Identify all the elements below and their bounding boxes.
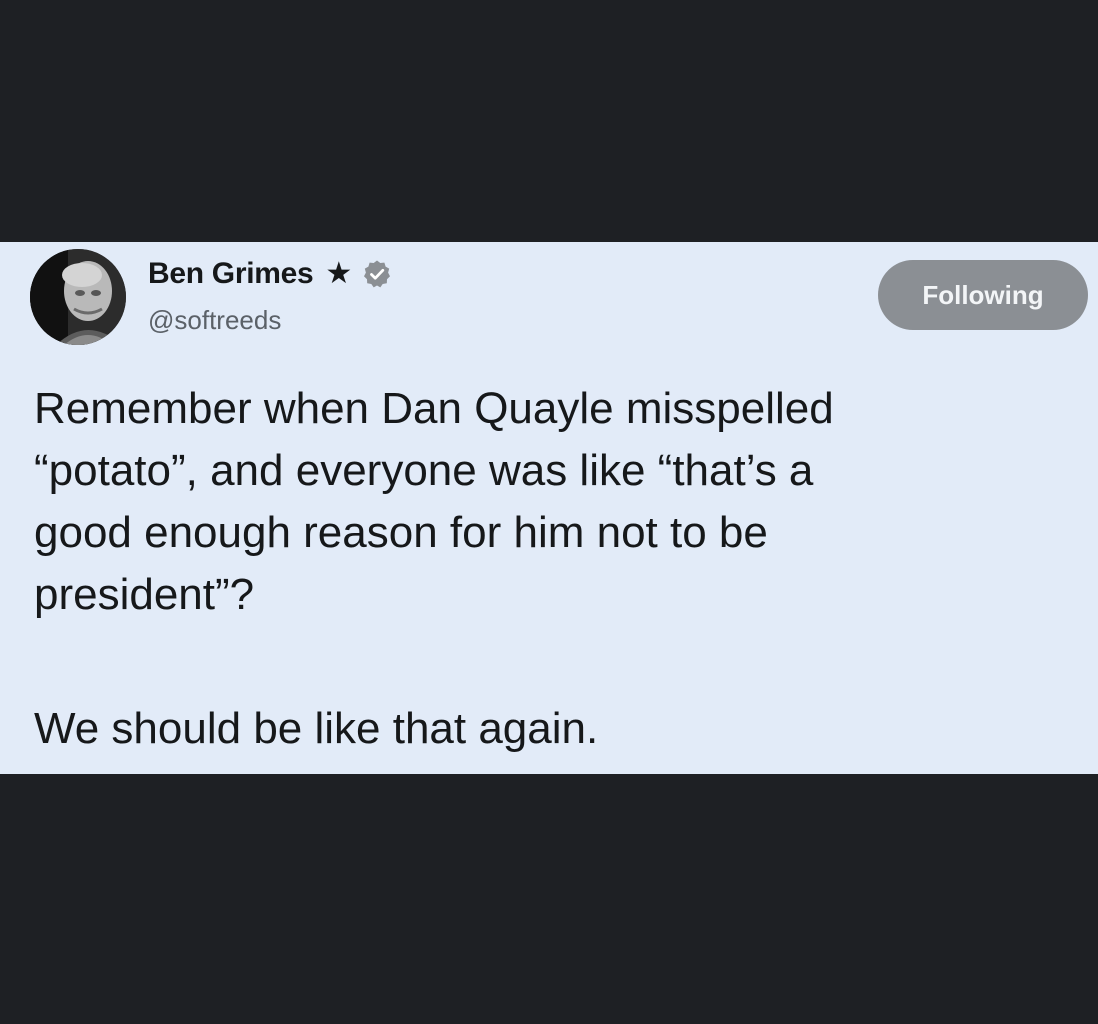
display-name-row: Ben Grimes ★	[148, 254, 392, 294]
tweet-text: Remember when Dan Quayle misspelled “pot…	[34, 384, 834, 619]
verified-badge-icon	[364, 260, 391, 288]
display-name[interactable]: Ben Grimes	[148, 257, 314, 291]
avatar-photo	[30, 249, 126, 345]
handle[interactable]: @softreeds	[148, 305, 281, 336]
tweet-text-closing: We should be like that again.	[34, 704, 599, 753]
star-icon: ★	[325, 257, 353, 290]
avatar[interactable]	[30, 249, 126, 345]
following-button[interactable]: Following	[878, 260, 1088, 330]
